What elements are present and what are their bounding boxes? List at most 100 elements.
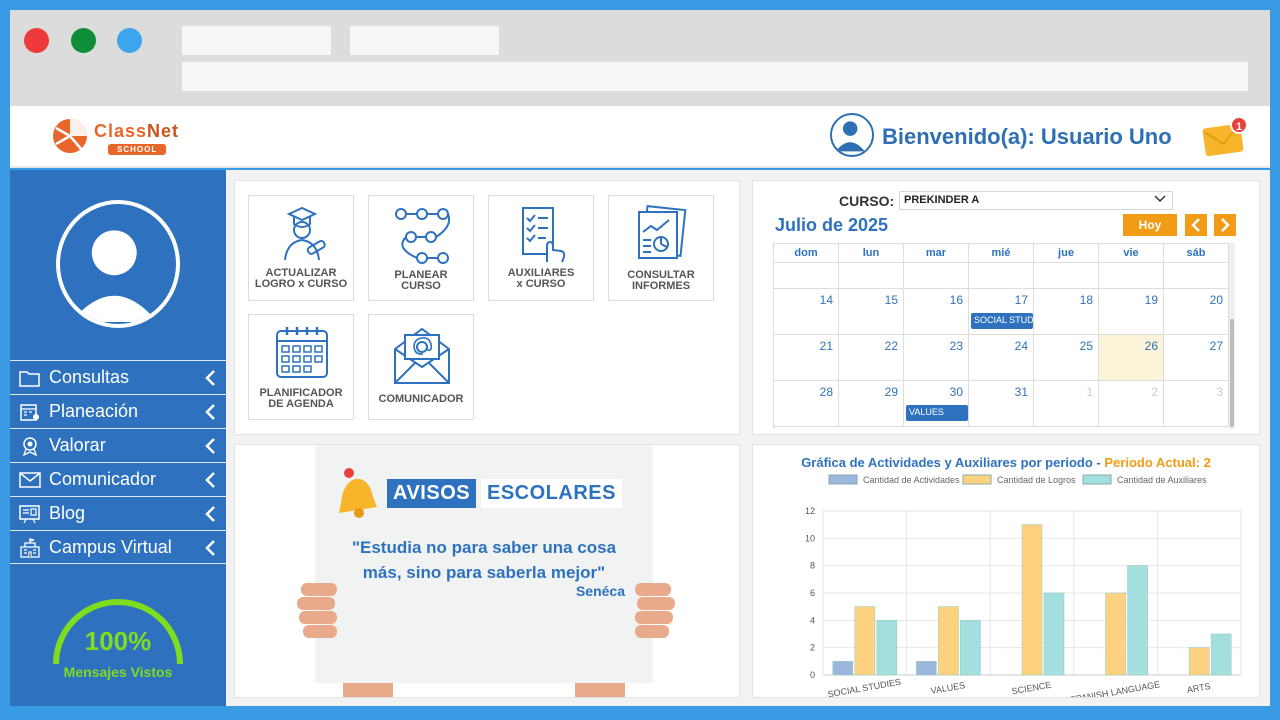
- calendar-day-cell[interactable]: 15: [839, 289, 904, 334]
- calendar-day-cell[interactable]: 29: [839, 381, 904, 426]
- x-tick-label: SCIENCE: [1011, 680, 1052, 697]
- user-avatar[interactable]: [830, 113, 874, 157]
- sidebar-item-label: Comunicador: [49, 469, 157, 489]
- envelope-icon: [19, 472, 41, 488]
- quote-text: "Estudia no para saber una cosa más, sino…: [351, 538, 617, 582]
- calendar-day-cell[interactable]: 30 VALUES: [904, 381, 969, 426]
- tile-planear-curso[interactable]: PLANEAR CURSO: [368, 195, 474, 301]
- calendar-day-cell[interactable]: [839, 263, 904, 288]
- calendar-body: 14151617SOCIAL STUDIES181920212223242526…: [774, 263, 1229, 427]
- chevron-left-icon: [205, 472, 215, 488]
- left-hand-icon: [297, 583, 337, 638]
- calendar-day-cell[interactable]: 27: [1164, 335, 1229, 380]
- calendar-day-cell[interactable]: [1034, 263, 1099, 288]
- day-number: 2: [1151, 385, 1158, 399]
- bar: [960, 620, 981, 676]
- calendar-event[interactable]: VALUES: [906, 405, 968, 421]
- calendar-day-cell[interactable]: 26: [1099, 335, 1164, 380]
- calendar-day-cell[interactable]: [1099, 263, 1164, 288]
- day-number: 23: [949, 339, 963, 353]
- day-number: 31: [1014, 385, 1028, 399]
- bar: [832, 661, 854, 676]
- sidebar-item-label: Valorar: [49, 435, 106, 455]
- calendar-day-cell[interactable]: [1164, 263, 1229, 288]
- sidebar-item-valorar[interactable]: Valorar: [10, 428, 226, 462]
- tile-auxiliares[interactable]: AUXILIARES x CURSO: [488, 195, 594, 301]
- graduate-icon: [284, 206, 326, 261]
- tile-label: CONSULTAR INFORMES: [627, 269, 695, 292]
- sidebar-item-planeacion[interactable]: Planeación: [10, 394, 226, 428]
- calendar-scrollbar[interactable]: [1229, 243, 1235, 429]
- calendar-day-cell[interactable]: 3: [1164, 381, 1229, 426]
- browser-tab-2[interactable]: [350, 26, 499, 55]
- scrollbar-thumb[interactable]: [1230, 319, 1234, 427]
- address-bar[interactable]: [182, 62, 1248, 91]
- calendar-day-cell[interactable]: 21: [774, 335, 839, 380]
- curso-select[interactable]: PREKINDER A: [899, 191, 1173, 210]
- report-icon: [638, 205, 687, 259]
- calendar-day-cell[interactable]: [774, 263, 839, 288]
- day-number: 15: [884, 293, 898, 307]
- bar: [1127, 565, 1148, 676]
- calendar-day-cell[interactable]: 20: [1164, 289, 1229, 334]
- calendar-day-cell[interactable]: 1: [1034, 381, 1099, 426]
- calendar-day-cell[interactable]: 14: [774, 289, 839, 334]
- browser-tab-1[interactable]: [182, 26, 331, 55]
- sidebar-item-consultas[interactable]: Consultas: [10, 360, 226, 394]
- profile-avatar[interactable]: [56, 200, 180, 328]
- chevron-down-icon: [1154, 195, 1166, 203]
- next-month-button[interactable]: [1214, 214, 1236, 236]
- calendar-event[interactable]: SOCIAL STUDIES: [971, 313, 1033, 329]
- calendar-day-cell[interactable]: 31: [969, 381, 1034, 426]
- previous-month-button[interactable]: [1185, 214, 1207, 236]
- weekday-1: lun: [839, 244, 904, 262]
- tile-label: AUXILIARES x CURSO: [507, 267, 575, 290]
- chevron-right-icon: [1221, 218, 1230, 232]
- calendar-day-cell[interactable]: 2: [1099, 381, 1164, 426]
- avisos-panel: AVISOS ESCOLARES "Estudia no para saber …: [234, 444, 740, 698]
- bar: [1188, 647, 1210, 676]
- today-button[interactable]: Hoy: [1123, 214, 1177, 236]
- tile-actualizar-logro[interactable]: ACTUALIZAR LOGRO x CURSO: [248, 195, 354, 301]
- calendar-weekday-header: dom lun mar mié jue vie sáb: [774, 243, 1229, 263]
- curso-label: CURSO:: [839, 193, 895, 209]
- gauge-label: Mensajes Vistos: [63, 664, 173, 680]
- tile-comunicador[interactable]: COMUNICADOR: [368, 314, 474, 420]
- notification-badge: 1: [1230, 116, 1248, 134]
- x-tick-label: SOCIAL STUDIES: [827, 677, 902, 697]
- calendar-day-cell[interactable]: 17 SOCIAL STUDIES: [969, 289, 1034, 334]
- close-window-button[interactable]: [24, 28, 49, 53]
- calendar-day-cell[interactable]: 16: [904, 289, 969, 334]
- chevron-left-icon: [205, 404, 215, 420]
- tile-consultar-informes[interactable]: CONSULTAR INFORMES: [608, 195, 714, 301]
- tile-planificador-agenda[interactable]: PLANIFICADOR DE AGENDA: [248, 314, 354, 420]
- classnet-logo[interactable]: ClassNet SCHOOL: [52, 116, 202, 158]
- chevron-left-icon: [1191, 218, 1200, 232]
- sidebar-item-comunicador[interactable]: Comunicador: [10, 462, 226, 496]
- day-number: 30: [949, 385, 963, 399]
- calendar-day-cell[interactable]: 23: [904, 335, 969, 380]
- calendar-day-cell[interactable]: 28: [774, 381, 839, 426]
- calendar-day-cell[interactable]: 19: [1099, 289, 1164, 334]
- calendar-day-cell[interactable]: 25: [1034, 335, 1099, 380]
- calendar-day-cell[interactable]: 24: [969, 335, 1034, 380]
- escolares-title: ESCOLARES: [481, 479, 622, 508]
- calendar-day-cell[interactable]: 22: [839, 335, 904, 380]
- calendar-day-cell[interactable]: [904, 263, 969, 288]
- minimize-window-button[interactable]: [117, 28, 142, 53]
- day-number: 18: [1079, 293, 1093, 307]
- tile-label: PLANEAR CURSO: [394, 269, 448, 292]
- right-hand-icon: [635, 583, 675, 638]
- calendar-day-cell[interactable]: [969, 263, 1034, 288]
- y-tick-label: 6: [810, 588, 815, 598]
- calendar-week-row: [774, 263, 1229, 289]
- blog-icon: [19, 505, 40, 524]
- mail-at-icon: [394, 327, 450, 384]
- weekday-0: dom: [774, 244, 839, 262]
- calendar-day-cell[interactable]: 18: [1034, 289, 1099, 334]
- maximize-window-button[interactable]: [71, 28, 96, 53]
- logo-icon: [53, 119, 87, 153]
- x-tick-label: ARTS: [1186, 681, 1211, 695]
- sidebar-item-blog[interactable]: Blog: [10, 496, 226, 530]
- sidebar-item-campus-virtual[interactable]: Campus Virtual: [10, 530, 226, 564]
